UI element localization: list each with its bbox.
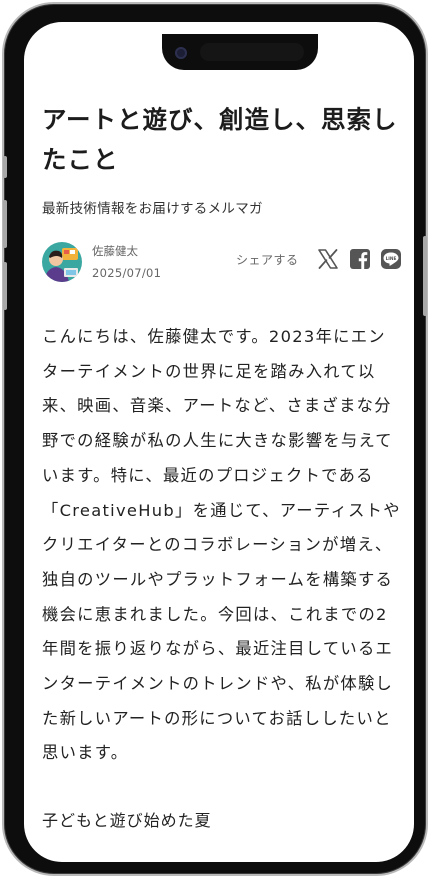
phone-frame: アートと遊び、創造し、思索したこと 最新技術情報をお届けするメルマガ 佐藤健太 …	[2, 2, 428, 876]
screen: アートと遊び、創造し、思索したこと 最新技術情報をお届けするメルマガ 佐藤健太 …	[24, 22, 414, 862]
publish-date: 2025/07/01	[92, 266, 162, 280]
author-avatar[interactable]	[42, 242, 82, 282]
speaker-grille	[200, 43, 304, 61]
volume-down-button	[3, 262, 7, 310]
article-subtitle[interactable]: 最新技術情報をお届けするメルマガ	[42, 197, 402, 217]
article-title: アートと遊び、創造し、思索したこと	[42, 105, 398, 174]
article: アートと遊び、創造し、思索したこと 最新技術情報をお届けするメルマガ 佐藤健太 …	[42, 100, 402, 831]
volume-up-button	[3, 200, 7, 248]
front-camera-icon	[175, 47, 187, 59]
article-meta: 佐藤健太 2025/07/01 シェアする LINE	[42, 238, 402, 286]
line-icon[interactable]: LINE	[380, 248, 402, 270]
svg-text:LINE: LINE	[386, 256, 397, 262]
author-name[interactable]: 佐藤健太	[92, 243, 138, 259]
facebook-icon[interactable]	[349, 248, 371, 270]
power-button	[423, 236, 427, 316]
section-heading: 子どもと遊び始めた夏	[42, 811, 212, 831]
share-label: シェアする	[236, 253, 299, 267]
x-logo-icon[interactable]	[317, 248, 339, 270]
article-body: こんにちは、佐藤健太です。2023年にエンターテイメントの世界に足を踏み入れて以…	[42, 327, 401, 763]
mute-switch	[3, 156, 7, 178]
